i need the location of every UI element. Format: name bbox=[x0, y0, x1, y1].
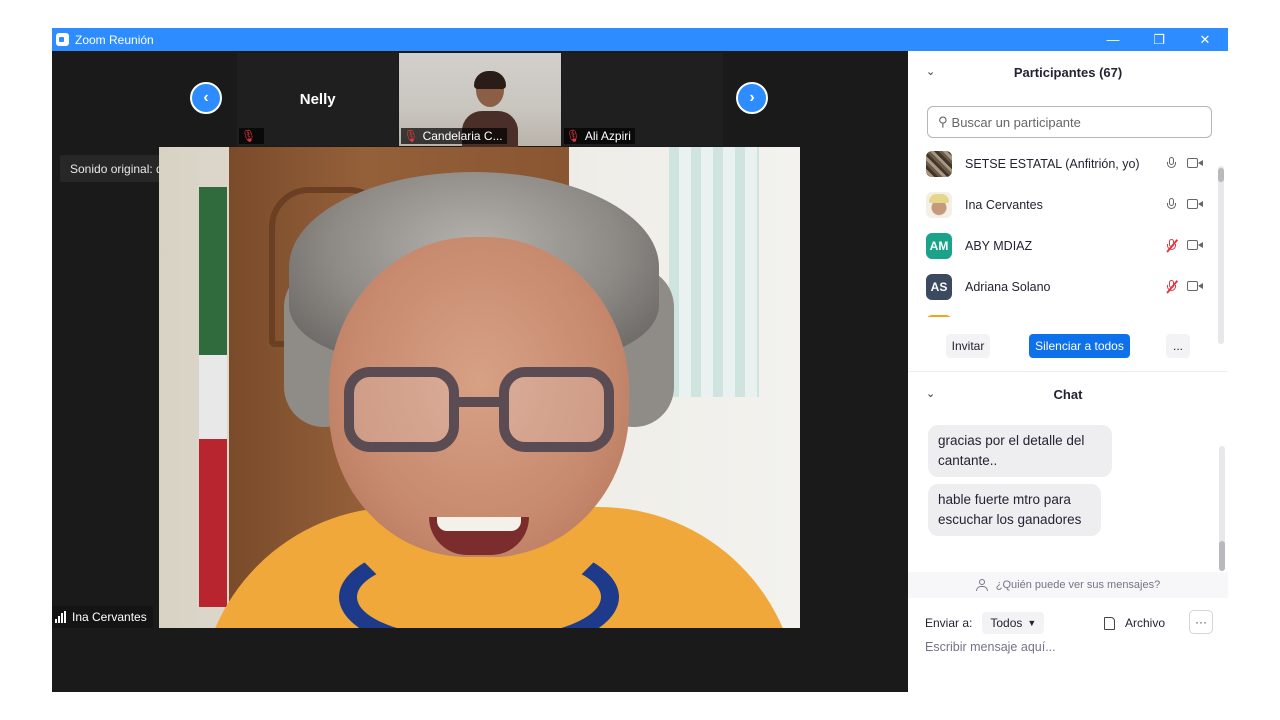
side-panel: ⌄ Participantes (67) ⚲ SETSE ESTATAL (An… bbox=[908, 51, 1228, 692]
active-speaker-name: Ina Cervantes bbox=[72, 610, 147, 624]
avatar: AM bbox=[926, 232, 952, 259]
avatar bbox=[926, 150, 952, 177]
zoom-window: Zoom Reunión — ❐ ✕ ‹ Nelly 🎙 🎙 Candelari… bbox=[52, 28, 1228, 692]
mic-muted-icon: 🎙 bbox=[241, 129, 257, 143]
participants-header: ⌄ Participantes (67) bbox=[908, 51, 1228, 93]
participant-name: Ina Cervantes bbox=[965, 197, 1043, 212]
divider bbox=[908, 371, 1228, 372]
file-button[interactable]: Archivo bbox=[1104, 612, 1165, 634]
message-visibility-text: ¿Quién puede ver sus mensajes? bbox=[995, 579, 1161, 591]
video-camera-icon[interactable] bbox=[1187, 240, 1203, 251]
chevron-down-icon[interactable]: ⌄ bbox=[926, 65, 935, 78]
window-controls: — ❐ ✕ bbox=[1090, 28, 1228, 51]
chat-message: gracias por el detalle del cantante.. bbox=[928, 425, 1112, 477]
search-icon: ⚲ bbox=[938, 114, 948, 129]
chat-message: hable fuerte mtro para escuchar los gana… bbox=[928, 484, 1101, 536]
message-visibility-link[interactable]: ¿Quién puede ver sus mensajes? bbox=[908, 572, 1228, 598]
participant-row[interactable]: SETSE ESTATAL (Anfitrión, yo) bbox=[908, 143, 1218, 184]
mute-all-button[interactable]: Silenciar a todos bbox=[1029, 334, 1130, 358]
avatar: AS bbox=[926, 273, 952, 300]
chat-more-button[interactable]: ··· bbox=[1189, 610, 1213, 634]
send-to-label: Enviar a: bbox=[925, 616, 973, 630]
mic-icon[interactable] bbox=[1166, 157, 1176, 170]
participant-list: SETSE ESTATAL (Anfitrión, yo) Ina Cervan… bbox=[908, 143, 1228, 317]
participant-search-input[interactable] bbox=[951, 114, 1192, 130]
thumbnail-label: 🎙 bbox=[239, 128, 265, 144]
minimize-button[interactable]: — bbox=[1090, 28, 1136, 51]
chat-message-input[interactable] bbox=[925, 640, 1215, 654]
participant-name: SETSE ESTATAL (Anfitrión, yo) bbox=[965, 156, 1140, 171]
participant-row[interactable]: AS Adriana Solano bbox=[908, 266, 1218, 307]
participant-name: Adriana Solano bbox=[965, 279, 1051, 294]
thumbnail-label-text: Ali Azpiri bbox=[584, 129, 631, 143]
more-options-button[interactable]: ... bbox=[1166, 334, 1190, 358]
video-camera-icon[interactable] bbox=[1187, 158, 1203, 169]
people-icon bbox=[975, 579, 990, 591]
chevron-left-icon: ‹ bbox=[203, 89, 209, 106]
chat-scrollbar[interactable] bbox=[1219, 446, 1225, 571]
participant-row[interactable]: Ina Cervantes bbox=[908, 184, 1218, 225]
active-speaker-video bbox=[159, 147, 800, 628]
video-camera-icon[interactable] bbox=[1187, 199, 1203, 210]
invite-button[interactable]: Invitar bbox=[946, 334, 990, 358]
close-button[interactable]: ✕ bbox=[1182, 28, 1228, 51]
mic-icon[interactable] bbox=[1166, 198, 1176, 211]
participant-row[interactable]: AM ABY MDIAZ bbox=[908, 225, 1218, 266]
thumbnail-label-text: Candelaria C... bbox=[422, 129, 503, 143]
thumbnail-tile[interactable]: Nelly 🎙 bbox=[237, 53, 399, 146]
chevron-down-icon[interactable]: ⌄ bbox=[926, 387, 935, 400]
active-speaker-label: Ina Cervantes bbox=[52, 606, 153, 628]
avatar bbox=[926, 191, 952, 218]
thumbnail-label: 🎙 Candelaria C... bbox=[401, 128, 507, 144]
participant-list-scrollbar[interactable] bbox=[1218, 166, 1224, 344]
thumbnail-tile-video[interactable]: 🎙 Candelaria C... bbox=[399, 53, 561, 151]
video-area: ‹ Nelly 🎙 🎙 Candelaria C... 🎙 Ali Azpiri… bbox=[52, 51, 908, 692]
recipient-dropdown[interactable]: Todos ▼ bbox=[982, 612, 1045, 634]
participant-search[interactable]: ⚲ bbox=[927, 106, 1212, 138]
thumbnail-label: 🎙 Ali Azpiri bbox=[563, 128, 635, 144]
participants-title: Participantes (67) bbox=[1013, 64, 1123, 80]
next-page-button[interactable]: › bbox=[736, 82, 768, 114]
avatar bbox=[926, 314, 952, 317]
participant-name: ABY MDIAZ bbox=[965, 238, 1033, 253]
mic-muted-icon[interactable] bbox=[1166, 239, 1178, 253]
file-label: Archivo bbox=[1125, 616, 1166, 630]
file-icon bbox=[1104, 616, 1115, 630]
recipient-value: Todos bbox=[990, 616, 1023, 630]
thumbnail-strip: Nelly 🎙 🎙 Candelaria C... 🎙 Ali Azpiri bbox=[237, 53, 724, 151]
restore-button[interactable]: ❐ bbox=[1136, 28, 1182, 51]
mic-muted-icon: 🎙 bbox=[403, 129, 419, 143]
chevron-down-icon: ▼ bbox=[1027, 618, 1037, 628]
mic-muted-icon[interactable] bbox=[1166, 280, 1178, 294]
chat-title: Chat bbox=[1053, 386, 1083, 402]
mic-muted-icon: 🎙 bbox=[565, 129, 581, 143]
participant-row-partial[interactable] bbox=[908, 307, 1218, 317]
window-title: Zoom Reunión bbox=[75, 32, 154, 47]
signal-strength-icon bbox=[55, 611, 67, 623]
zoom-logo-icon bbox=[56, 33, 69, 46]
thumbnail-name: Nelly bbox=[299, 91, 336, 108]
title-bar: Zoom Reunión — ❐ ✕ bbox=[52, 28, 1228, 51]
video-camera-icon[interactable] bbox=[1187, 281, 1203, 292]
chevron-right-icon: › bbox=[749, 89, 755, 106]
chat-header: ⌄ Chat bbox=[908, 373, 1228, 415]
thumbnail-tile[interactable]: 🎙 Ali Azpiri bbox=[561, 53, 723, 146]
previous-page-button[interactable]: ‹ bbox=[190, 82, 222, 114]
send-to-row: Enviar a: Todos ▼ bbox=[925, 612, 1045, 634]
